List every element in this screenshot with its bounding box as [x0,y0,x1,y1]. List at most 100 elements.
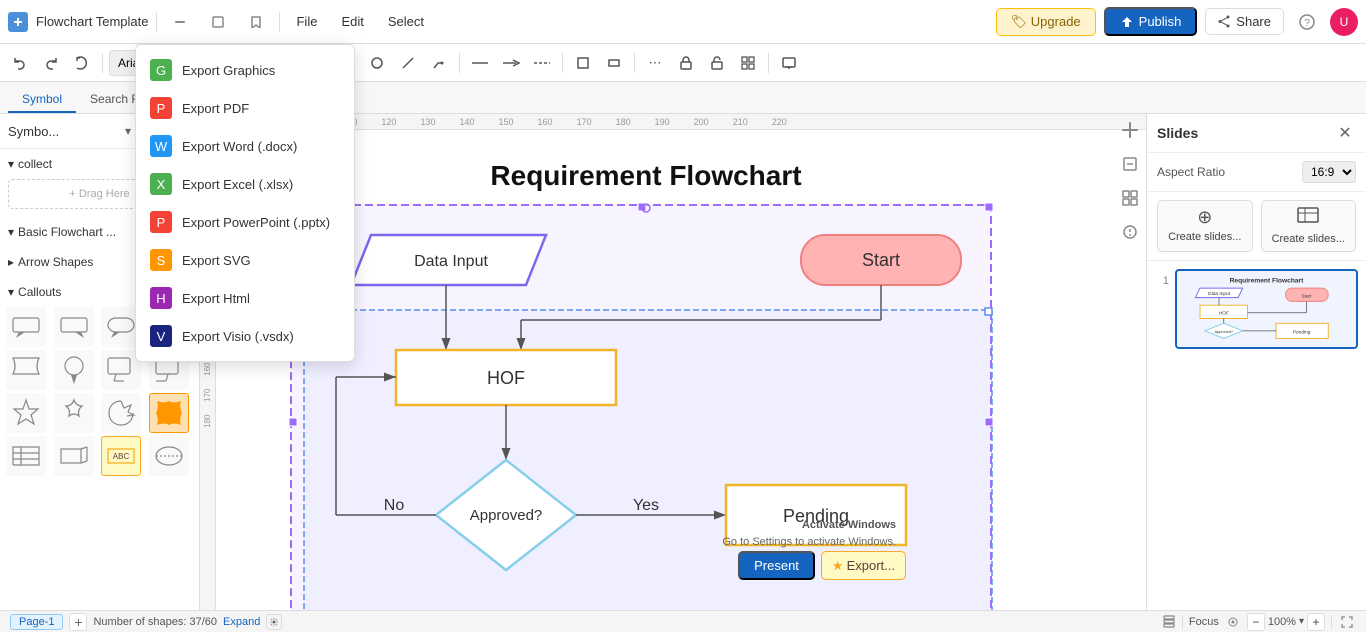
zoom-controls: − 100% ▾ + [1247,613,1325,631]
shape-item[interactable] [54,307,94,347]
settings-icon[interactable] [266,614,282,630]
redo-button[interactable] [37,49,65,77]
dropdown-item-export-graphics[interactable]: G Export Graphics [136,51,354,89]
dropdown-item-export-word[interactable]: W Export Word (.docx) [136,127,354,165]
divider [156,12,157,32]
ruler-mark: 220 [772,117,787,127]
dotted-line-button[interactable] [528,49,556,77]
right-icon-4[interactable] [1116,218,1144,246]
dropdown-menu: G Export Graphics P Export PDF W Export … [135,44,355,362]
focus-icon [1225,614,1241,630]
export-svg-icon: S [150,249,172,271]
export-pptx-icon: P [150,211,172,233]
zoom-out-button[interactable]: − [1247,613,1265,631]
zoom-dropdown-icon[interactable]: ▾ [1299,616,1304,627]
publish-button[interactable]: Publish [1104,7,1198,36]
line-color-button[interactable] [394,49,422,77]
create-slides-1-label: Create slides... [1168,231,1241,243]
present-button[interactable]: Present [738,551,815,580]
export-visio-icon: V [150,325,172,347]
add-page-button[interactable]: + [69,613,87,631]
shape-item[interactable] [101,393,141,433]
shape-item[interactable]: ABC [101,436,141,476]
aspect-ratio-select[interactable]: 16:9 4:3 1:1 [1302,161,1356,183]
shape-item[interactable] [6,436,46,476]
menu-edit[interactable]: Edit [333,10,371,33]
arrow-button[interactable] [497,49,525,77]
svg-text:Data Input: Data Input [414,253,488,270]
tab-symbol[interactable]: Symbol [8,87,76,113]
export-small-button[interactable]: ★ Export... [821,551,906,580]
box-button[interactable] [569,49,597,77]
export-graphics-label: Export Graphics [182,63,275,78]
bookmark-icon[interactable] [241,7,271,37]
shape-item[interactable] [149,436,189,476]
slide-icon-button[interactable] [775,49,803,77]
right-icon-1[interactable] [1116,116,1144,144]
focus-button[interactable]: Focus [1189,616,1219,628]
shape-item[interactable] [149,393,189,433]
dropdown-item-export-excel[interactable]: X Export Excel (.xlsx) [136,165,354,203]
export-visio-label: Export Visio (.vsdx) [182,329,294,344]
export-excel-label: Export Excel (.xlsx) [182,177,293,192]
shape-item[interactable] [6,393,46,433]
aspect-ratio-label: Aspect Ratio [1157,165,1296,179]
ruler-mark: 150 [499,117,514,127]
menu-file[interactable]: File [288,10,325,33]
svg-text:No: No [384,497,405,514]
shape-item[interactable] [54,393,94,433]
create-slides-1-button[interactable]: ⊕ Create slides... [1157,200,1253,252]
shape-item[interactable] [6,350,46,390]
dots-button[interactable]: ⋯ [641,49,669,77]
shape-item[interactable] [54,350,94,390]
unlock-button[interactable] [703,49,731,77]
export-pdf-label: Export PDF [182,101,249,116]
avatar[interactable]: U [1330,8,1358,36]
shape-item[interactable] [6,307,46,347]
menu-select[interactable]: Select [380,10,432,33]
dropdown-item-export-visio[interactable]: V Export Visio (.vsdx) [136,317,354,355]
slides-close-button[interactable]: ✕ [1334,122,1356,144]
connector-button[interactable] [425,49,453,77]
dropdown-item-export-pptx[interactable]: P Export PowerPoint (.pptx) [136,203,354,241]
line-style-button[interactable] [466,49,494,77]
dropdown-item-export-pdf[interactable]: P Export PDF [136,89,354,127]
slides-actions: ⊕ Create slides... Create slides... [1147,192,1366,261]
export-svg-label: Export SVG [182,253,251,268]
stack-icon-group[interactable] [1162,615,1176,629]
page-tab[interactable]: Page-1 [10,614,63,630]
shape-item[interactable] [54,436,94,476]
sep3 [459,53,460,73]
shape-button[interactable] [363,49,391,77]
box2-button[interactable] [600,49,628,77]
dropdown-item-export-html[interactable]: H Export Html [136,279,354,317]
slide-thumbnail[interactable]: Requirement Flowchart Data Input Start H… [1175,269,1358,349]
undo-button[interactable] [6,49,34,77]
sep2 [1331,615,1332,629]
fullscreen-button[interactable] [1338,613,1356,631]
right-icon-3[interactable] [1116,184,1144,212]
minimize-icon[interactable] [165,7,195,37]
upgrade-button[interactable]: 🏷 Upgrade [996,8,1096,36]
create-slides-2-button[interactable]: Create slides... [1261,200,1357,252]
grid-button[interactable] [734,49,762,77]
lock-button[interactable] [672,49,700,77]
share-button[interactable]: Share [1205,8,1284,35]
reset-button[interactable] [68,49,96,77]
collect-chevron: ▾ [8,157,14,171]
slides-header: Slides ✕ [1147,114,1366,153]
export-pdf-icon: P [150,97,172,119]
slides-title: Slides [1157,125,1334,141]
zoom-in-button[interactable]: + [1307,613,1325,631]
ruler-mark: 210 [733,117,748,127]
ruler-mark: 120 [381,117,396,127]
dropdown-item-export-svg[interactable]: S Export SVG [136,241,354,279]
canvas-content[interactable]: Requirement Flowchart [216,130,1146,610]
maximize-icon[interactable] [203,7,233,37]
export-html-icon: H [150,287,172,309]
right-icon-2[interactable] [1116,150,1144,178]
diagram-area: Requirement Flowchart [216,130,1146,610]
expand-button[interactable]: Expand [223,616,260,628]
help-icon[interactable]: ? [1292,7,1322,37]
svg-text:HOF: HOF [487,368,525,388]
